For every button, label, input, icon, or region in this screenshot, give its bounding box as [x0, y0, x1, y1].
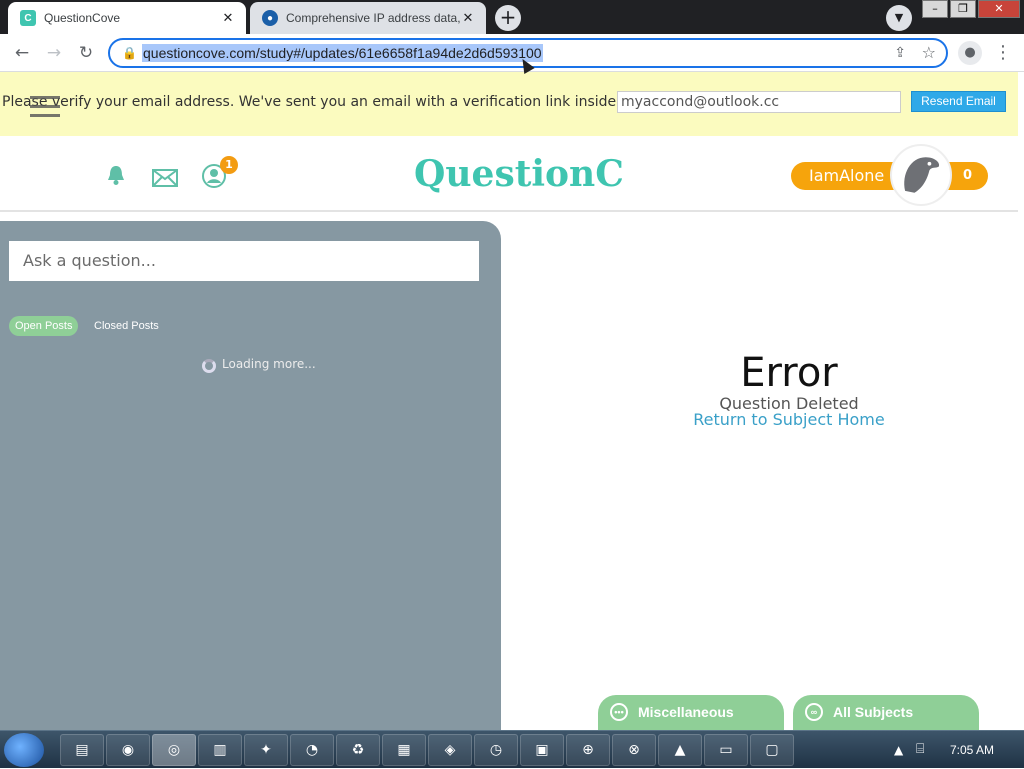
- chat-dots-icon: •••: [610, 703, 628, 721]
- browser-menu-icon[interactable]: ⋮: [994, 41, 1012, 65]
- loading-spinner-icon: [202, 359, 216, 373]
- resend-email-button[interactable]: Resend Email: [911, 91, 1006, 112]
- media-taskbar-icon[interactable]: ◈: [428, 734, 472, 766]
- reload-icon[interactable]: ↻: [74, 41, 98, 65]
- url-text[interactable]: questioncove.com/study#/updates/61e6658f…: [142, 44, 543, 62]
- clock-taskbar-icon[interactable]: ◷: [474, 734, 518, 766]
- vlc-taskbar-icon[interactable]: ▲: [658, 734, 702, 766]
- miscellaneous-label: Miscellaneous: [638, 704, 734, 720]
- close-window-button[interactable]: ✕: [978, 0, 1020, 18]
- explorer-taskbar-icon[interactable]: ▤: [60, 734, 104, 766]
- avatar-dolphin[interactable]: [890, 144, 952, 206]
- chrome-taskbar-icon[interactable]: ◎: [152, 734, 196, 766]
- location-pin-favicon-icon: ●: [262, 10, 278, 26]
- taskbar-clock[interactable]: 7:05 AM: [950, 743, 994, 757]
- questions-panel: Ask a question... Open Posts Closed Post…: [0, 221, 501, 730]
- back-icon[interactable]: ←: [10, 41, 34, 65]
- close-tab-icon[interactable]: ✕: [220, 10, 236, 26]
- firefox-taskbar-icon[interactable]: ◉: [106, 734, 150, 766]
- windows-taskbar: ▤ ◉ ◎ ▥ ✦ ◔ ♻ ▦ ◈ ◷ ▣ ⊕ ⊗ ▲ ▭ ▢ ▲ ⌸ 7:05…: [0, 730, 1024, 768]
- questioncove-favicon-icon: C: [20, 10, 36, 26]
- main-content: Error Question Deleted Return to Subject…: [511, 214, 1018, 730]
- all-subjects-tab[interactable]: ∞ All Subjects: [793, 695, 979, 730]
- network-taskbar-icon[interactable]: ⊕: [566, 734, 610, 766]
- window-controls: – ❐ ✕: [922, 0, 1020, 18]
- network-status-icon[interactable]: ⌸: [916, 741, 924, 757]
- new-tab-button[interactable]: +: [495, 5, 521, 31]
- share-icon[interactable]: ⇪: [894, 45, 906, 61]
- tab-ip-address-data[interactable]: ● Comprehensive IP address data, I ✕: [250, 2, 486, 34]
- infinity-icon: ∞: [805, 703, 823, 721]
- error-title: Error: [740, 350, 838, 396]
- app-taskbar-icon[interactable]: ✦: [244, 734, 288, 766]
- notepad-taskbar-icon[interactable]: ▥: [198, 734, 242, 766]
- score-badge: 0: [962, 168, 972, 183]
- tab-search-button[interactable]: ▼: [886, 5, 912, 31]
- logo-text: QuestionCove: [414, 153, 622, 195]
- open-posts-tab[interactable]: Open Posts: [9, 316, 79, 336]
- email-field[interactable]: myaccond@outlook.cc: [617, 91, 901, 113]
- ask-question-input[interactable]: Ask a question...: [9, 241, 479, 281]
- cmd-taskbar-icon[interactable]: ▭: [704, 734, 748, 766]
- document-taskbar-icon[interactable]: ▦: [382, 734, 426, 766]
- hamburger-menu-icon[interactable]: [30, 96, 60, 120]
- tab-questioncove[interactable]: C QuestionCove ✕: [8, 2, 246, 34]
- network2-taskbar-icon[interactable]: ⊗: [612, 734, 656, 766]
- loading-text: Loading more...: [222, 357, 316, 371]
- site-header: 1 QuestionCove IamAlone 0: [0, 136, 1018, 212]
- verify-email-banner: Please verify your email address. We've …: [0, 72, 1018, 136]
- monitor-taskbar-icon[interactable]: ▣: [520, 734, 564, 766]
- miscellaneous-tab[interactable]: ••• Miscellaneous: [598, 695, 784, 730]
- bell-icon[interactable]: [105, 164, 127, 186]
- username: IamAlone: [809, 166, 885, 185]
- tab-title: Comprehensive IP address data, I: [286, 11, 460, 25]
- remote-taskbar-icon[interactable]: ▢: [750, 734, 794, 766]
- all-subjects-label: All Subjects: [833, 704, 914, 720]
- notification-badge: 1: [220, 156, 238, 174]
- browser-tab-strip: C QuestionCove ✕ ● Comprehensive IP addr…: [0, 0, 1024, 34]
- mail-icon[interactable]: [152, 169, 178, 187]
- dashboard-taskbar-icon[interactable]: ◔: [290, 734, 334, 766]
- tab-title: QuestionCove: [44, 11, 121, 25]
- profile-icon[interactable]: ●: [958, 41, 982, 65]
- minimize-button[interactable]: –: [922, 0, 948, 18]
- closed-posts-tab[interactable]: Closed Posts: [94, 316, 159, 336]
- lock-icon[interactable]: 🔒: [122, 46, 137, 60]
- restore-button[interactable]: ❐: [950, 0, 976, 18]
- start-button[interactable]: [4, 733, 44, 767]
- browser-toolbar: ← → ↻ 🔒 questioncove.com/study#/updates/…: [0, 34, 1024, 72]
- close-tab-icon[interactable]: ✕: [460, 10, 476, 26]
- questioncove-logo[interactable]: QuestionCove: [412, 146, 622, 198]
- verify-email-message: Please verify your email address. We've …: [2, 94, 621, 110]
- forward-icon[interactable]: →: [42, 41, 66, 65]
- return-to-subject-home-link[interactable]: Return to Subject Home: [511, 410, 1024, 429]
- sync-taskbar-icon[interactable]: ♻: [336, 734, 380, 766]
- tray-expand-icon[interactable]: ▲: [894, 743, 903, 757]
- bookmark-star-icon[interactable]: ☆: [922, 43, 936, 62]
